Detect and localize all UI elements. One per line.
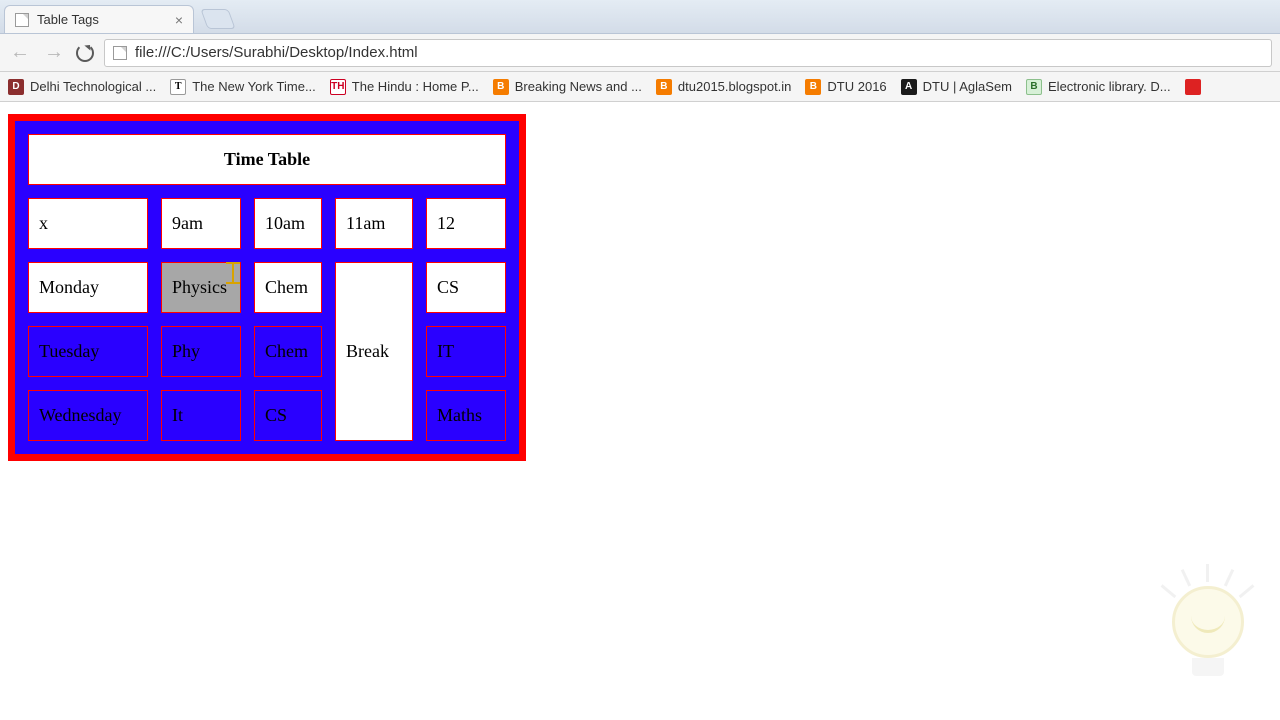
table-title: Time Table [28,134,506,185]
watermark-icon [1158,558,1258,698]
favicon-icon [1185,79,1201,95]
subject-cell: Maths [426,390,506,441]
bookmarks-bar: D Delhi Technological ... T The New York… [0,72,1280,102]
bookmark-label: Delhi Technological ... [30,79,156,94]
back-button[interactable]: ← [8,41,32,64]
bookmark-item[interactable]: TH The Hindu : Home P... [330,79,479,95]
subject-cell: IT [426,326,506,377]
browser-tab[interactable]: Table Tags × [4,5,194,33]
table-row: Tuesday Phy Chem IT [28,326,506,377]
header-cell: 9am [161,198,241,249]
bookmark-label: Electronic library. D... [1048,79,1171,94]
table-row: Wednesday It CS Maths [28,390,506,441]
reload-button[interactable] [76,44,94,62]
table-header-row: x 9am 10am 11am 12 [28,198,506,249]
header-cell: x [28,198,148,249]
header-cell: 10am [254,198,322,249]
day-cell: Monday [28,262,148,313]
day-cell: Wednesday [28,390,148,441]
favicon-icon: D [8,79,24,95]
close-icon[interactable]: × [175,12,183,28]
bookmark-item[interactable]: T The New York Time... [170,79,316,95]
page-body: Time Table x 9am 10am 11am 12 Monday Phy… [0,102,1280,473]
time-table: Time Table x 9am 10am 11am 12 Monday Phy… [8,114,526,461]
favicon-icon: B [656,79,672,95]
bookmark-item[interactable]: D Delhi Technological ... [8,79,156,95]
bookmark-item[interactable]: B Breaking News and ... [493,79,642,95]
tab-title: Table Tags [37,12,99,27]
bookmark-label: DTU | AglaSem [923,79,1012,94]
bookmark-label: dtu2015.blogspot.in [678,79,791,94]
new-tab-button[interactable] [200,9,235,29]
bookmark-item[interactable]: B Electronic library. D... [1026,79,1171,95]
subject-cell: Physics [161,262,241,313]
favicon-icon: B [805,79,821,95]
favicon-icon: A [901,79,917,95]
subject-cell: CS [254,390,322,441]
subject-cell: Phy [161,326,241,377]
forward-button[interactable]: → [42,41,66,64]
subject-cell: Chem [254,326,322,377]
page-icon [113,46,127,60]
bookmark-label: DTU 2016 [827,79,886,94]
subject-cell: Chem [254,262,322,313]
bookmark-label: Breaking News and ... [515,79,642,94]
header-cell: 11am [335,198,413,249]
url-text: file:///C:/Users/Surabhi/Desktop/Index.h… [135,44,418,61]
browser-titlebar: Table Tags × [0,0,1280,34]
favicon-icon: TH [330,79,346,95]
bookmark-label: The New York Time... [192,79,316,94]
bookmark-item[interactable]: B DTU 2016 [805,79,886,95]
break-cell: Break [335,262,413,441]
favicon-icon: T [170,79,186,95]
favicon-icon: B [1026,79,1042,95]
bookmark-label: The Hindu : Home P... [352,79,479,94]
header-cell: 12 [426,198,506,249]
bookmark-item[interactable] [1185,79,1201,95]
bookmark-item[interactable]: B dtu2015.blogspot.in [656,79,791,95]
address-bar[interactable]: file:///C:/Users/Surabhi/Desktop/Index.h… [104,39,1272,67]
favicon-icon: B [493,79,509,95]
bookmark-item[interactable]: A DTU | AglaSem [901,79,1012,95]
subject-cell: CS [426,262,506,313]
page-icon [15,13,29,27]
day-cell: Tuesday [28,326,148,377]
browser-toolbar: ← → file:///C:/Users/Surabhi/Desktop/Ind… [0,34,1280,72]
subject-cell: It [161,390,241,441]
table-row: Monday Physics Chem Break CS [28,262,506,313]
